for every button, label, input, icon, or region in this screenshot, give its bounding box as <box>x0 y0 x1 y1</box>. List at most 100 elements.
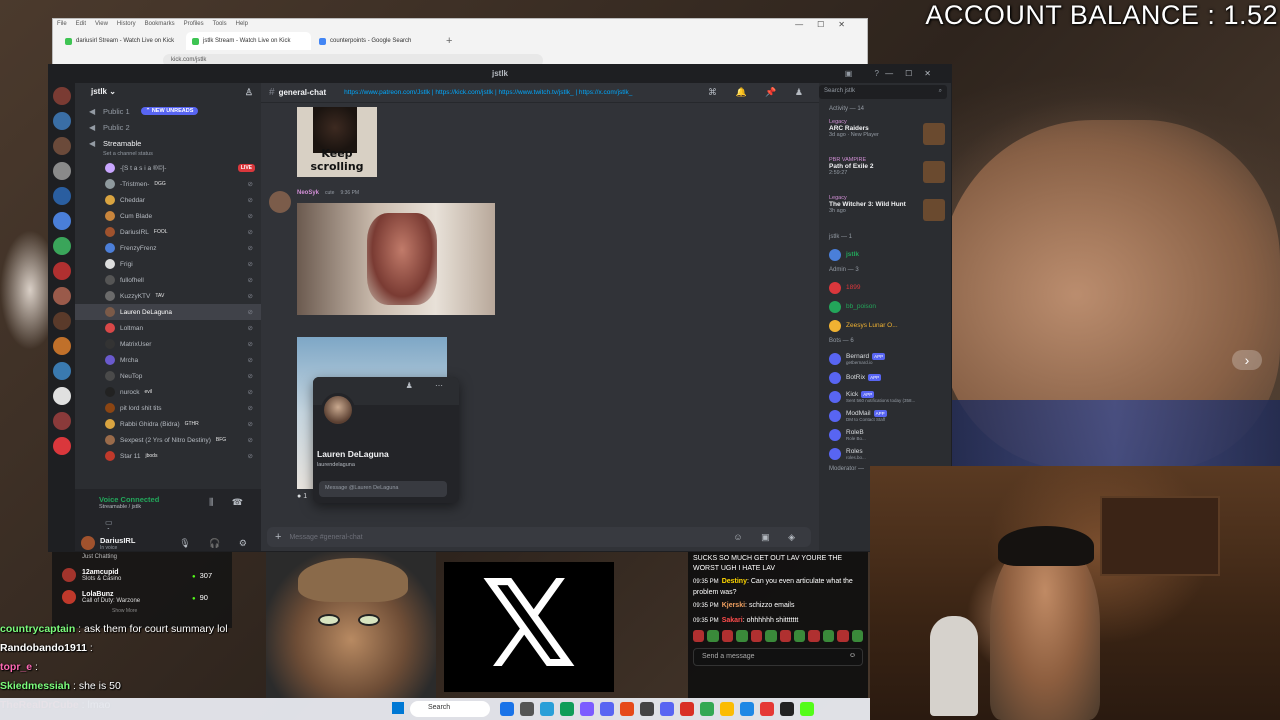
activity-item[interactable]: Legacy The Witcher 3: Wild Hunt 3h ago <box>819 193 951 231</box>
emote-bar[interactable] <box>693 630 864 642</box>
member-row[interactable]: bb_poison <box>819 297 951 316</box>
member-row[interactable]: Roles roles.bo... <box>819 444 951 463</box>
channel-public-2[interactable]: ◀ Public 2 <box>75 119 261 135</box>
taskbar-search[interactable]: Search <box>410 701 490 717</box>
emote-icon[interactable] <box>707 630 719 642</box>
taskbar-app-icon[interactable] <box>740 702 754 716</box>
message-author[interactable]: NeoSyk <box>297 190 319 196</box>
activity-header[interactable]: Activity — 14 <box>819 103 951 117</box>
voice-member[interactable]: Lauren DeLaguna ⊘ <box>75 304 261 320</box>
emote-icon[interactable] <box>779 630 791 642</box>
taskbar-app-icon[interactable] <box>800 702 814 716</box>
voice-member[interactable]: nurock evil ⊘ <box>75 384 261 400</box>
server-icon[interactable] <box>53 337 71 355</box>
voice-member[interactable]: -[S t a s i a ®©]- LIVE <box>75 160 261 176</box>
voice-member[interactable]: Cum Blade ⊘ <box>75 208 261 224</box>
server-icon[interactable] <box>53 212 71 230</box>
server-icon[interactable] <box>53 312 71 330</box>
menu-file[interactable]: File <box>57 21 67 31</box>
emote-icon[interactable] <box>837 630 849 642</box>
menu-edit[interactable]: Edit <box>76 21 86 31</box>
taskbar-app-icon[interactable] <box>620 702 634 716</box>
emote-icon[interactable] <box>721 630 734 642</box>
activity-item[interactable]: Legacy ARC Raiders 3d ago · New Player <box>819 117 951 155</box>
channel-topic[interactable]: https://www.patreon.com/Jstlk | https://… <box>344 89 632 96</box>
voice-member[interactable]: Loltman ⊘ <box>75 320 261 336</box>
member-row[interactable]: 1899 <box>819 278 951 297</box>
emote-icon[interactable] <box>851 630 864 642</box>
voice-member[interactable]: -Tristmen- DGG ⊘ <box>75 176 261 192</box>
voice-member[interactable]: DariusIRL FOOL ⊘ <box>75 224 261 240</box>
voice-member[interactable]: NeuTop ⊘ <box>75 368 261 384</box>
window-controls[interactable]: —☐✕ <box>795 20 859 29</box>
browser-tab[interactable]: counterpoints - Google Search <box>313 32 438 50</box>
titlebar-icons[interactable]: ▣ ? <box>845 65 889 83</box>
menu-profiles[interactable]: Profiles <box>184 21 204 31</box>
voice-member[interactable]: FrenzyFrenz ⊘ <box>75 240 261 256</box>
taskbar-app-icon[interactable] <box>560 702 574 716</box>
server-icon[interactable] <box>53 187 71 205</box>
voice-controls[interactable]: ⫼ ☎ <box>209 497 251 508</box>
voice-member[interactable]: fullofhell ⊘ <box>75 272 261 288</box>
browser-tab[interactable]: dariusirl Stream - Watch Live on Kick <box>59 32 184 50</box>
server-icon[interactable] <box>53 112 71 130</box>
member-row[interactable]: Kick APP Sent 560 notifications today (358… <box>819 387 951 406</box>
menu-view[interactable]: View <box>95 21 108 31</box>
taskbar-app-icon[interactable] <box>680 702 694 716</box>
server-icon[interactable] <box>53 87 71 105</box>
emote-icon[interactable] <box>822 630 835 642</box>
taskbar-app-icon[interactable] <box>780 702 794 716</box>
composer-icons[interactable]: ☺ ▣ ◈ <box>733 532 803 543</box>
member-row[interactable]: BotRix APP <box>819 368 951 387</box>
server-icon[interactable] <box>53 137 71 155</box>
voice-member[interactable]: pit lord shit tits ⊘ <box>75 400 261 416</box>
emote-icon[interactable] <box>793 630 806 642</box>
add-member-icon[interactable]: ♙ <box>245 87 253 98</box>
emoji-icon[interactable]: ☺ <box>849 652 856 659</box>
voice-member[interactable]: Sexpest (2 Yrs of Nitro Destiny) BFG ⊘ <box>75 432 261 448</box>
taskbar-app-icon[interactable] <box>580 702 594 716</box>
server-icon[interactable] <box>53 287 71 305</box>
server-icon[interactable] <box>53 412 71 430</box>
chat-username[interactable]: Sakari <box>722 617 743 624</box>
taskbar-app-icon[interactable] <box>700 702 714 716</box>
voice-member[interactable]: Rabbi Ghidra (Bidra) GTHR ⊘ <box>75 416 261 432</box>
emote-icon[interactable] <box>808 630 820 642</box>
chat-username[interactable]: Destiny <box>722 578 747 585</box>
browser-tab-active[interactable]: jstlk Stream - Watch Live on Kick <box>186 32 311 50</box>
activity-item[interactable]: PBR VAMPIRE Path of Exile 2 2:59:27 <box>819 155 951 193</box>
channel-public-1[interactable]: ◀ Public 1 ⌃ NEW UNREADS <box>75 103 261 119</box>
profile-message-input[interactable]: Message @Lauren DeLaguna <box>319 481 447 497</box>
window-controls[interactable]: —☐✕ <box>885 65 943 83</box>
server-icon[interactable] <box>53 162 71 180</box>
message-composer[interactable]: + Message #general-chat ☺ ▣ ◈ <box>267 527 811 547</box>
member-row[interactable]: jstlk <box>819 245 951 264</box>
avatar[interactable] <box>269 191 291 213</box>
menu-tools[interactable]: Tools <box>213 21 227 31</box>
taskbar-app-icon[interactable] <box>520 702 534 716</box>
voice-member[interactable]: MatrixUser ⊘ <box>75 336 261 352</box>
server-icon[interactable] <box>53 362 71 380</box>
emote-icon[interactable] <box>765 630 777 642</box>
emote-icon[interactable] <box>750 630 763 642</box>
emote-icon[interactable] <box>736 630 748 642</box>
new-tab-button[interactable]: + <box>440 35 452 47</box>
voice-member[interactable]: Mrcha ⊘ <box>75 352 261 368</box>
member-row[interactable]: RoleB Role Bo... <box>819 425 951 444</box>
voice-member[interactable]: Cheddar ⊘ <box>75 192 261 208</box>
emote-icon[interactable] <box>693 630 705 642</box>
taskbar-app-icon[interactable] <box>500 702 514 716</box>
plus-icon[interactable]: + <box>275 531 281 543</box>
member-row[interactable]: ModMail APP DM to Contact Staff <box>819 406 951 425</box>
voice-member[interactable]: Star 11 jbods ⊘ <box>75 448 261 464</box>
reaction-chip[interactable]: ● 1 <box>297 493 307 500</box>
taskbar-app-icon[interactable] <box>600 702 614 716</box>
taskbar-app-icon[interactable] <box>720 702 734 716</box>
meme-image[interactable]: Keep scrolling <box>297 107 377 177</box>
chevron-right-icon[interactable]: › <box>1232 350 1262 370</box>
chat-username[interactable]: Kjerski <box>722 602 745 609</box>
taskbar-app-icon[interactable] <box>540 702 554 716</box>
show-more-link[interactable]: Show More <box>82 608 232 614</box>
windows-start-icon[interactable] <box>392 702 404 714</box>
composer-placeholder[interactable]: Message #general-chat <box>289 534 362 541</box>
